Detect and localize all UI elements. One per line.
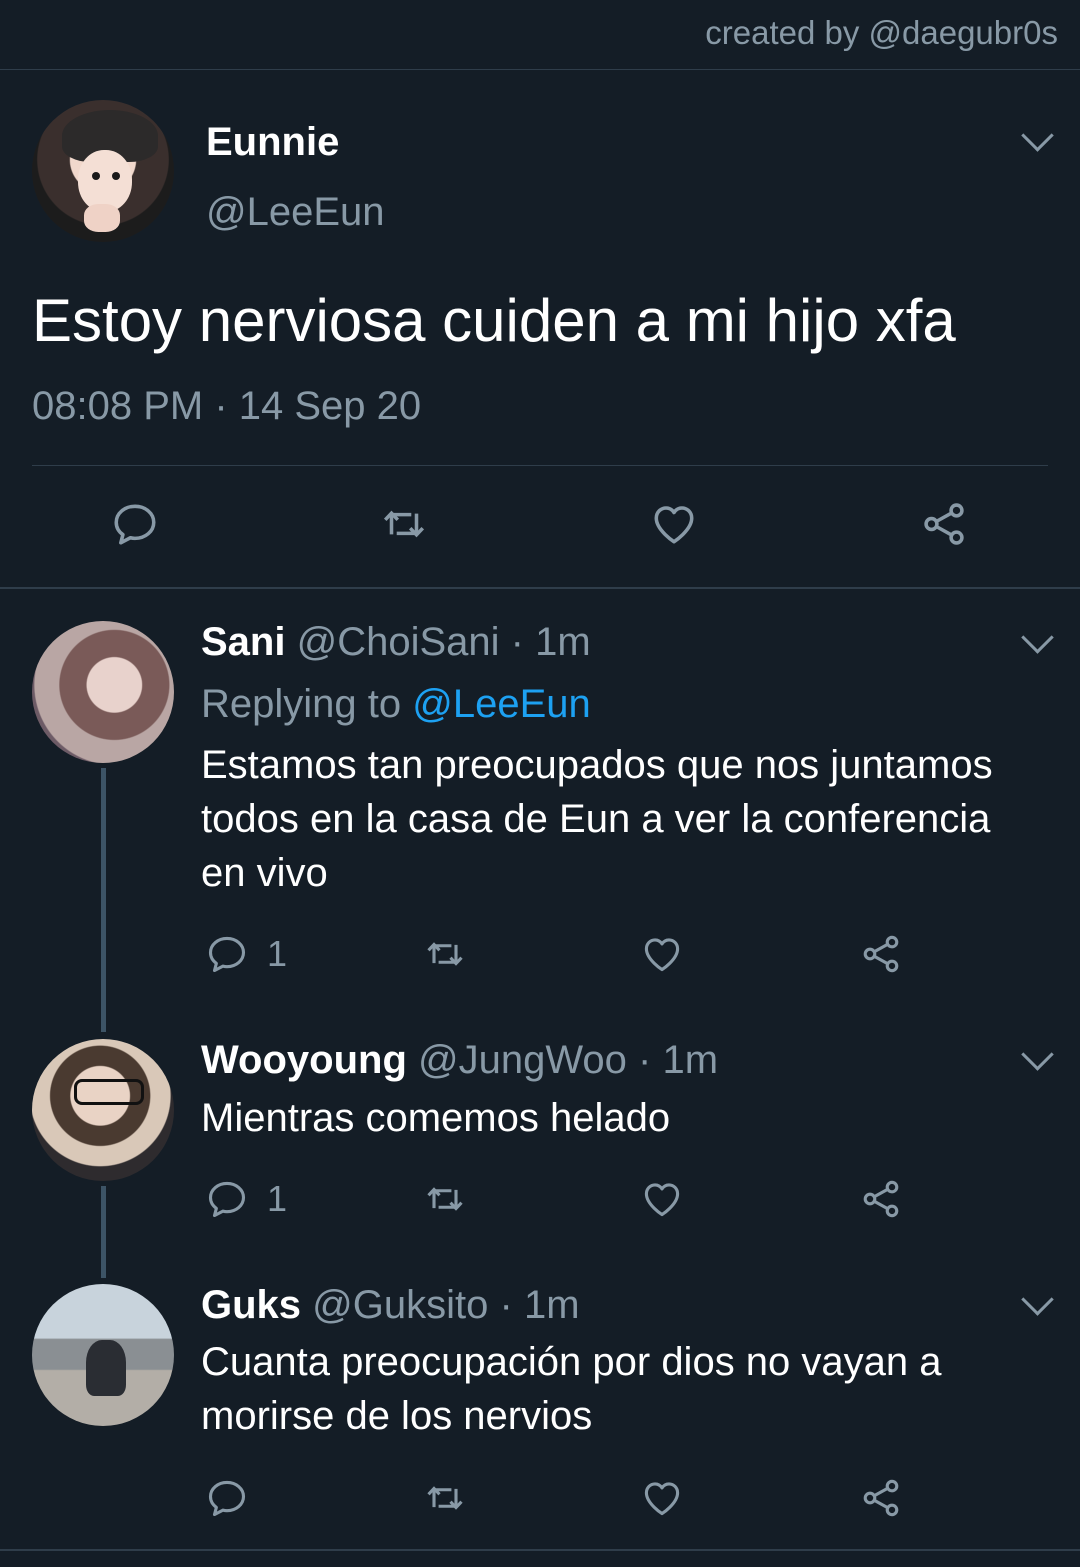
retweet-button[interactable]: [423, 1177, 467, 1221]
reply-icon: [110, 499, 160, 549]
thread-line: [101, 1186, 106, 1278]
retweet-icon: [423, 1476, 467, 1520]
like-icon: [640, 932, 684, 976]
reply-time: · 1m: [499, 1283, 580, 1327]
avatar[interactable]: [32, 621, 174, 763]
reply-time: · 1m: [638, 1038, 719, 1082]
like-button[interactable]: [649, 499, 699, 549]
like-icon: [649, 499, 699, 549]
tweet-text: Estoy nerviosa cuiden a mi hijo xfa: [32, 287, 956, 354]
author-handle[interactable]: @JungWoo: [418, 1038, 627, 1082]
author-handle[interactable]: @ChoiSani: [297, 620, 500, 664]
divider: [32, 465, 1048, 466]
like-icon: [640, 1177, 684, 1221]
tweet-timestamp: 08:08 PM · 14 Sep 20: [32, 384, 422, 428]
reply-text: Estamos tan preocupados que nos juntamos…: [201, 743, 993, 895]
retweet-icon: [379, 499, 429, 549]
reply-button[interactable]: [110, 499, 160, 549]
reply-header: Sani @ChoiSani · 1m: [201, 620, 591, 665]
reply-text: Mientras comemos helado: [201, 1096, 671, 1140]
chevron-down-icon[interactable]: [1021, 621, 1054, 654]
share-button[interactable]: [859, 1177, 903, 1221]
author-handle[interactable]: @Guksito: [312, 1283, 488, 1327]
retweet-button[interactable]: [379, 499, 429, 549]
avatar[interactable]: [32, 1284, 174, 1426]
retweet-button[interactable]: [423, 932, 467, 976]
reply-time: · 1m: [510, 620, 591, 664]
like-button[interactable]: [640, 1476, 684, 1520]
chevron-down-icon[interactable]: [1021, 1038, 1054, 1071]
replying-to: Replying to @LeeEun: [201, 682, 591, 727]
reply-button[interactable]: 1: [205, 932, 287, 976]
share-button[interactable]: [919, 499, 969, 549]
like-button[interactable]: [640, 932, 684, 976]
divider: [0, 587, 1080, 589]
reply-count: 1: [267, 1178, 288, 1219]
author-name[interactable]: Guks: [201, 1283, 301, 1327]
retweet-button[interactable]: [423, 1476, 467, 1520]
author-name[interactable]: Eunnie: [206, 120, 339, 165]
chevron-down-icon[interactable]: [1021, 1283, 1054, 1316]
reply-header: Guks @Guksito · 1m: [201, 1283, 580, 1328]
avatar[interactable]: [32, 1039, 174, 1181]
like-icon: [640, 1476, 684, 1520]
divider: [0, 1549, 1080, 1551]
retweet-icon: [423, 932, 467, 976]
chevron-down-icon[interactable]: [1021, 119, 1054, 152]
divider: [0, 69, 1080, 70]
author-name[interactable]: Sani: [201, 620, 285, 664]
share-button[interactable]: [859, 1476, 903, 1520]
share-icon: [859, 1177, 903, 1221]
share-icon: [859, 1476, 903, 1520]
avatar[interactable]: [32, 100, 174, 242]
share-icon: [919, 499, 969, 549]
like-button[interactable]: [640, 1177, 684, 1221]
share-button[interactable]: [859, 932, 903, 976]
thread-line: [101, 768, 106, 1032]
replying-prefix: Replying to: [201, 682, 402, 726]
reply-icon: [205, 932, 249, 976]
reply-count: 1: [267, 933, 288, 974]
author-name[interactable]: Wooyoung: [201, 1038, 407, 1082]
reply-text: Cuanta preocupación por dios no vayan a …: [201, 1340, 942, 1438]
share-icon: [859, 932, 903, 976]
author-handle[interactable]: @LeeEun: [206, 190, 385, 235]
reply-button[interactable]: [205, 1476, 249, 1520]
retweet-icon: [423, 1177, 467, 1221]
reply-icon: [205, 1177, 249, 1221]
reply-header: Wooyoung @JungWoo · 1m: [201, 1038, 718, 1083]
reply-icon: [205, 1476, 249, 1520]
replying-to-link[interactable]: @LeeEun: [412, 682, 591, 726]
reply-button[interactable]: 1: [205, 1177, 287, 1221]
credit-label: created by @daegubr0s: [705, 14, 1058, 51]
